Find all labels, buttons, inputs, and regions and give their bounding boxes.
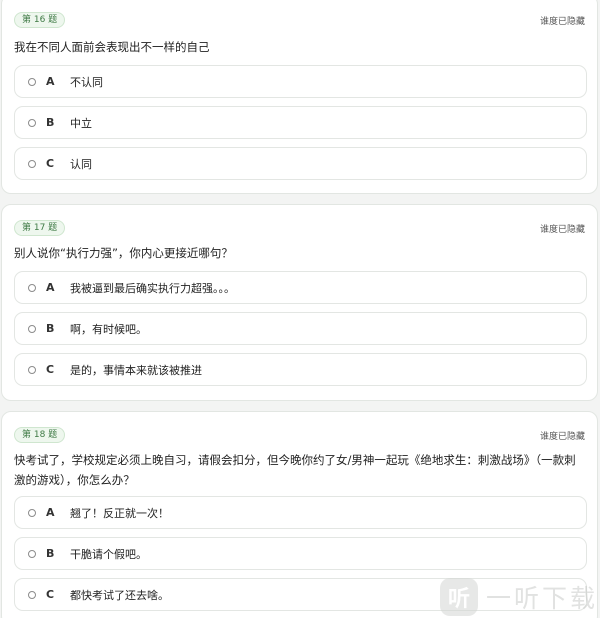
- watermark-logo-icon: 听: [440, 578, 478, 616]
- quiz-page: 第 16 题 谁度已隐藏 我在不同人面前会表现出不一样的自己 A 不认同 B 中…: [0, 0, 600, 618]
- radio-unselected-icon[interactable]: [28, 549, 36, 558]
- option-a[interactable]: A 不认同: [14, 65, 587, 98]
- question-text: 别人说你“执行力强”，你内心更接近哪句？: [14, 246, 233, 260]
- option-b[interactable]: B 啊，有时候吧。: [14, 312, 587, 345]
- option-text: 认同: [70, 157, 92, 171]
- option-b[interactable]: B 干脆请个假吧。: [14, 537, 587, 570]
- option-text: 都快考试了还去啥。: [70, 588, 169, 602]
- option-a[interactable]: A 翘了！反正就一次！: [14, 496, 587, 529]
- question-text: 快考试了，学校规定必须上晚自习，请假会扣分，但今晚你约了女/男神一起玩《绝地求生…: [14, 453, 576, 487]
- option-letter: C: [46, 157, 55, 170]
- option-text: 中立: [70, 116, 92, 130]
- question-number-badge: 第 17 题: [14, 220, 66, 236]
- radio-unselected-icon[interactable]: [28, 324, 36, 333]
- option-b[interactable]: B 中立: [14, 106, 587, 139]
- question-card-16: 第 16 题 谁度已隐藏 我在不同人面前会表现出不一样的自己 A 不认同 B 中…: [1, 0, 598, 194]
- radio-unselected-icon[interactable]: [28, 365, 36, 374]
- option-letter: A: [46, 281, 55, 294]
- radio-unselected-icon[interactable]: [28, 159, 36, 168]
- option-text: 干脆请个假吧。: [70, 547, 147, 561]
- radio-unselected-icon[interactable]: [28, 77, 36, 86]
- dimension-hidden-label: 谁度已隐藏: [539, 432, 585, 442]
- option-a[interactable]: A 我被逼到最后确实执行力超强。。。: [14, 271, 587, 304]
- option-text: 我被逼到最后确实执行力超强。。。: [70, 281, 235, 295]
- radio-unselected-icon[interactable]: [28, 508, 36, 517]
- option-letter: B: [46, 547, 55, 560]
- question-number-badge: 第 18 题: [14, 427, 66, 443]
- dimension-hidden-label: 谁度已隐藏: [539, 17, 585, 27]
- option-letter: C: [46, 363, 55, 376]
- option-letter: C: [46, 588, 55, 601]
- radio-unselected-icon[interactable]: [28, 283, 36, 292]
- option-letter: A: [46, 75, 55, 88]
- option-letter: B: [46, 116, 55, 129]
- question-text: 我在不同人面前会表现出不一样的自己: [14, 40, 210, 54]
- question-card-17: 第 17 题 谁度已隐藏 别人说你“执行力强”，你内心更接近哪句？ A 我被逼到…: [1, 204, 598, 401]
- option-letter: B: [46, 322, 55, 335]
- option-c[interactable]: C 是的，事情本来就该被推进: [14, 353, 587, 386]
- option-text: 是的，事情本来就该被推进: [70, 363, 202, 377]
- watermark-text: 一听下载: [486, 584, 599, 613]
- question-number-badge: 第 16 题: [14, 12, 66, 28]
- radio-unselected-icon[interactable]: [28, 118, 36, 127]
- option-text: 不认同: [70, 75, 103, 89]
- dimension-hidden-label: 谁度已隐藏: [539, 225, 585, 235]
- option-letter: A: [46, 506, 55, 519]
- watermark: 听 一听下载: [440, 576, 598, 618]
- radio-unselected-icon[interactable]: [28, 590, 36, 599]
- option-text: 啊，有时候吧。: [70, 322, 147, 336]
- option-text: 翘了！反正就一次！: [70, 506, 169, 520]
- option-c[interactable]: C 认同: [14, 147, 587, 180]
